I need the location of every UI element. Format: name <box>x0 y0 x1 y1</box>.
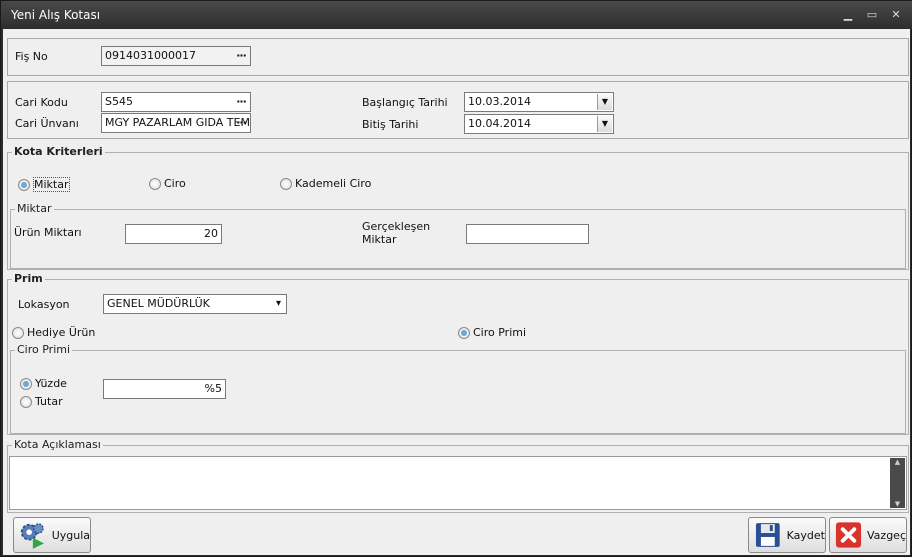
kaydet-button[interactable]: Kaydet <box>748 517 826 553</box>
radio-hediye-urun[interactable]: Hediye Ürün <box>12 326 95 339</box>
cari-kodu-label: Cari Kodu <box>15 96 68 109</box>
radio-tutar[interactable]: Tutar <box>20 395 63 408</box>
radio-kademeli-ciro-circle[interactable] <box>280 177 292 190</box>
radio-yuzde[interactable]: Yüzde <box>20 377 67 390</box>
radio-tutar-label: Tutar <box>35 395 63 408</box>
radio-hediye-urun-circle[interactable] <box>12 326 24 339</box>
radio-yuzde-label: Yüzde <box>35 377 67 390</box>
kota-aciklamasi-group: Kota Açıklaması ▲ ▼ <box>7 438 909 513</box>
fis-no-field[interactable]: 0914031000017 ··· <box>101 46 251 66</box>
vazgec-button[interactable]: Vazgeç <box>829 517 907 553</box>
scroll-up-icon[interactable]: ▲ <box>890 458 905 466</box>
radio-hediye-urun-label: Hediye Ürün <box>27 326 96 339</box>
cari-kodu-value: S545 <box>105 95 133 108</box>
cari-unvani-value: MGY PAZARLAM GIDA TEM <box>105 116 250 129</box>
cari-unvani-label: Cari Ünvanı <box>15 117 79 130</box>
uygula-button[interactable]: Uygula <box>13 517 91 553</box>
cari-unvani-lookup-button[interactable]: ··· <box>234 114 248 132</box>
window-title: Yeni Alış Kotası <box>11 8 101 22</box>
kota-aciklamasi-textarea[interactable] <box>9 456 907 510</box>
baslangic-dropdown-arrow-icon[interactable]: ▼ <box>597 94 612 110</box>
aciklama-scrollbar[interactable]: ▲ ▼ <box>890 458 905 508</box>
radio-ciro-circle[interactable] <box>149 177 161 190</box>
baslangic-tarihi-label: Başlangıç Tarihi <box>362 96 448 109</box>
lokasyon-label: Lokasyon <box>18 298 70 311</box>
cari-panel: Cari Kodu S545 ··· Cari Ünvanı MGY PAZAR… <box>7 81 909 139</box>
baslangic-tarihi-picker[interactable]: 10.03.2014 ▼ <box>464 92 614 112</box>
ciro-primi-title: Ciro Primi <box>15 343 73 356</box>
kota-kriterleri-group: Kota Kriterleri Miktar Ciro Kademeli Cir… <box>7 145 909 270</box>
gerceklesen-miktar-input[interactable] <box>466 224 589 244</box>
fis-lookup-button[interactable]: ··· <box>234 47 248 65</box>
window: Yeni Alış Kotası ▁ ▭ ✕ Fiş No 0914031000… <box>0 0 912 557</box>
radio-ciro-label: Ciro <box>164 177 186 190</box>
radio-yuzde-circle[interactable] <box>20 377 32 390</box>
fis-panel: Fiş No 0914031000017 ··· <box>7 38 909 76</box>
miktar-title: Miktar <box>15 202 54 215</box>
scroll-down-icon[interactable]: ▼ <box>890 500 905 508</box>
maximize-button[interactable]: ▭ <box>863 7 881 23</box>
ciro-primi-input[interactable]: %5 <box>103 379 226 399</box>
close-button[interactable]: ✕ <box>887 7 905 23</box>
bitis-dropdown-arrow-icon[interactable]: ▼ <box>597 116 612 132</box>
lokasyon-value: GENEL MÜDÜRLÜK <box>107 297 210 310</box>
red-x-icon <box>835 522 862 548</box>
bitis-tarihi-label: Bitiş Tarihi <box>362 118 419 131</box>
ciro-primi-group: Ciro Primi Yüzde Tutar %5 <box>10 343 906 434</box>
bitis-tarihi-picker[interactable]: 10.04.2014 ▼ <box>464 114 614 134</box>
floppy-disk-icon <box>755 523 780 547</box>
vazgec-label: Vazgeç <box>867 528 906 542</box>
radio-ciro-primi-label: Ciro Primi <box>473 326 527 339</box>
title-bar[interactable]: Yeni Alış Kotası ▁ ▭ ✕ <box>1 1 912 29</box>
radio-kademeli-ciro[interactable]: Kademeli Ciro <box>280 177 371 190</box>
cari-kodu-lookup-button[interactable]: ··· <box>234 93 248 111</box>
gears-play-icon <box>20 523 44 549</box>
gerceklesen-miktar-label: Gerçekleşen Miktar <box>362 220 431 246</box>
radio-miktar-circle[interactable] <box>18 178 30 191</box>
prim-title: Prim <box>12 272 45 285</box>
lokasyon-chevron-down-icon[interactable]: ▾ <box>276 295 281 313</box>
miktar-group: Miktar Ürün Miktarı 20 Gerçekleşen Mikta… <box>10 202 906 269</box>
lokasyon-select[interactable]: GENEL MÜDÜRLÜK ▾ <box>103 294 287 314</box>
minimize-button[interactable]: ▁ <box>839 7 857 23</box>
prim-group: Prim Lokasyon GENEL MÜDÜRLÜK ▾ Hediye Ür… <box>7 272 909 435</box>
kota-aciklamasi-title: Kota Açıklaması <box>12 438 103 451</box>
radio-tutar-circle[interactable] <box>20 395 32 408</box>
cari-unvani-field[interactable]: MGY PAZARLAM GIDA TEM ··· <box>101 113 251 133</box>
kota-kriterleri-title: Kota Kriterleri <box>12 145 105 158</box>
radio-ciro-primi-circle[interactable] <box>458 326 470 339</box>
radio-ciro-primi[interactable]: Ciro Primi <box>458 326 526 339</box>
urun-miktari-label: Ürün Miktarı <box>14 226 82 239</box>
urun-miktari-input[interactable]: 20 <box>125 224 222 244</box>
radio-ciro[interactable]: Ciro <box>149 177 186 190</box>
uygula-label: Uygula <box>51 528 90 542</box>
radio-miktar[interactable]: Miktar <box>18 177 70 192</box>
baslangic-tarihi-value: 10.03.2014 <box>468 95 531 108</box>
radio-miktar-label: Miktar <box>33 177 70 192</box>
radio-kademeli-ciro-label: Kademeli Ciro <box>295 177 372 190</box>
kaydet-label: Kaydet <box>786 528 825 542</box>
fis-no-value: 0914031000017 <box>105 49 196 62</box>
bitis-tarihi-value: 10.04.2014 <box>468 117 531 130</box>
fis-no-label: Fiş No <box>15 50 48 63</box>
form-body: Fiş No 0914031000017 ··· Cari Kodu S545 … <box>3 29 910 555</box>
cari-kodu-field[interactable]: S545 ··· <box>101 92 251 112</box>
